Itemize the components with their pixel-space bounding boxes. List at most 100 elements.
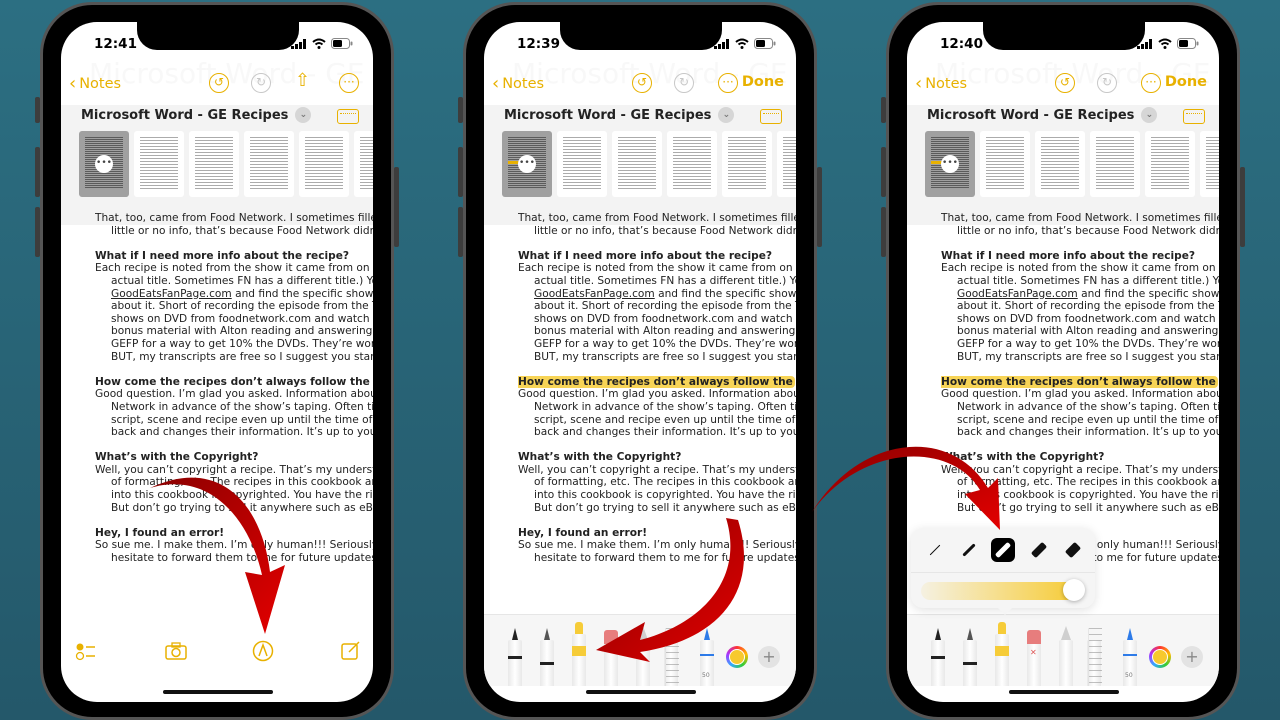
page-thumbnail[interactable] xyxy=(244,131,294,197)
color-picker-icon[interactable] xyxy=(1149,646,1171,668)
attachment-header: Microsoft Word - GE Recipes ⌄ ••• xyxy=(907,105,1219,225)
more-icon[interactable]: ··· xyxy=(1141,73,1161,93)
keyboard-icon[interactable] xyxy=(1183,109,1205,124)
chevron-down-icon[interactable]: ⌄ xyxy=(295,107,312,123)
doc-line: actual title. Sometimes FN has a differe… xyxy=(957,274,1219,287)
back-button[interactable]: ‹ Notes xyxy=(492,73,544,94)
keyboard-icon[interactable] xyxy=(337,109,359,124)
document-title[interactable]: Microsoft Word - GE Recipes ⌄ xyxy=(927,107,1158,123)
add-tool-icon[interactable]: + xyxy=(758,646,780,668)
page-thumbnail[interactable] xyxy=(557,131,607,197)
phone-2: 12:39 Microsoft Word - GE Recipes.doc ‹ … xyxy=(458,2,822,720)
back-button[interactable]: ‹ Notes xyxy=(915,73,967,94)
tool-pen[interactable] xyxy=(508,628,522,686)
markup-icon[interactable] xyxy=(252,640,274,666)
home-indicator[interactable] xyxy=(586,690,696,694)
back-button[interactable]: ‹ Notes xyxy=(69,73,121,94)
tool-highlighter[interactable] xyxy=(995,622,1009,686)
thumbnail-more-icon[interactable]: ••• xyxy=(941,155,959,173)
opacity-slider-knob[interactable] xyxy=(1063,579,1085,601)
tool-fineliner[interactable] xyxy=(963,628,977,686)
stroke-width-option[interactable] xyxy=(923,538,947,562)
chevron-down-icon[interactable]: ⌄ xyxy=(1141,107,1158,123)
tool-crayon[interactable]: 50 xyxy=(1123,628,1137,686)
page-thumbnail[interactable] xyxy=(777,131,796,197)
doc-line: GoodEatsFanPage.com and find the specifi… xyxy=(111,287,373,300)
page-thumbnail[interactable] xyxy=(299,131,349,197)
doc-line: Good question. I’m glad you asked. Infor… xyxy=(941,388,1219,401)
doc-line: Each recipe is noted from the show it ca… xyxy=(518,262,796,275)
tool-eraser[interactable] xyxy=(604,630,618,686)
doc-line: But don’t go trying to sell it anywhere … xyxy=(111,501,373,514)
done-button[interactable]: Done xyxy=(1165,74,1207,90)
page-thumbnail[interactable]: ••• xyxy=(925,131,975,197)
doc-heading: What’s with the Copyright? xyxy=(95,451,259,464)
page-thumbnail[interactable] xyxy=(612,131,662,197)
tool-crayon[interactable]: 50 xyxy=(700,628,714,686)
thumbnail-more-icon[interactable]: ••• xyxy=(95,155,113,173)
stroke-width-option[interactable] xyxy=(957,538,981,562)
doc-heading: Hey, I found an error! xyxy=(95,526,225,539)
stroke-width-option[interactable] xyxy=(1027,538,1051,562)
page-thumbnail[interactable]: ••• xyxy=(502,131,552,197)
color-picker-icon[interactable] xyxy=(726,646,748,668)
tool-eraser[interactable]: ✕ xyxy=(1027,630,1041,686)
clock: 12:39 xyxy=(517,36,560,52)
clock: 12:41 xyxy=(94,36,137,52)
page-thumbnail[interactable]: ••• xyxy=(79,131,129,197)
doc-line: back and changes their information. It’s… xyxy=(111,426,373,439)
opacity-slider[interactable] xyxy=(921,582,1075,600)
wifi-icon xyxy=(312,37,326,53)
chevron-left-icon: ‹ xyxy=(915,73,923,94)
tool-highlighter[interactable] xyxy=(572,622,586,686)
tool-fineliner[interactable] xyxy=(540,628,554,686)
tool-pen[interactable] xyxy=(931,628,945,686)
tool-pencil[interactable] xyxy=(1059,626,1073,686)
stroke-width-option[interactable] xyxy=(1061,538,1085,562)
more-icon[interactable]: ··· xyxy=(718,73,738,93)
page-thumbnail[interactable] xyxy=(667,131,717,197)
stroke-width-option[interactable] xyxy=(991,538,1015,562)
checklist-icon[interactable] xyxy=(75,642,97,666)
tool-pencil[interactable] xyxy=(636,626,650,686)
done-button[interactable]: Done xyxy=(742,74,784,90)
redo-icon[interactable]: ↻ xyxy=(251,73,271,93)
doc-line: Each recipe is noted from the show it ca… xyxy=(941,262,1219,275)
redo-icon[interactable]: ↻ xyxy=(674,73,694,93)
document-title[interactable]: Microsoft Word - GE Recipes ⌄ xyxy=(504,107,735,123)
tool-ruler[interactable] xyxy=(1087,628,1102,686)
page-thumbnail[interactable] xyxy=(189,131,239,197)
doc-line: Network in advance of the show’s taping.… xyxy=(534,400,796,413)
redo-icon[interactable]: ↻ xyxy=(1097,73,1117,93)
share-icon[interactable]: ⇧ xyxy=(295,70,310,91)
doc-link[interactable]: GoodEatsFanPage.com xyxy=(111,288,232,300)
page-thumbnail[interactable] xyxy=(1035,131,1085,197)
undo-icon[interactable]: ↺ xyxy=(632,73,652,93)
doc-line: Network in advance of the show’s taping.… xyxy=(111,400,373,413)
home-indicator[interactable] xyxy=(163,690,273,694)
thumbnail-more-icon[interactable]: ••• xyxy=(518,155,536,173)
page-thumbnail[interactable] xyxy=(722,131,772,197)
page-thumbnail[interactable] xyxy=(1200,131,1219,197)
page-thumbnail[interactable] xyxy=(1090,131,1140,197)
page-thumbnail[interactable] xyxy=(980,131,1030,197)
doc-heading: What if I need more info about the recip… xyxy=(95,249,350,262)
tool-ruler[interactable] xyxy=(664,628,679,686)
page-thumbnail[interactable] xyxy=(354,131,373,197)
page-thumbnail[interactable] xyxy=(1145,131,1195,197)
undo-icon[interactable]: ↺ xyxy=(1055,73,1075,93)
markup-tool-tray: ✕ 50 + xyxy=(907,614,1219,686)
document-title[interactable]: Microsoft Word - GE Recipes ⌄ xyxy=(81,107,312,123)
add-tool-icon[interactable]: + xyxy=(1181,646,1203,668)
doc-link[interactable]: GoodEatsFanPage.com xyxy=(957,288,1078,300)
doc-line: bonus material with Alton reading and an… xyxy=(111,325,373,338)
keyboard-icon[interactable] xyxy=(760,109,782,124)
home-indicator[interactable] xyxy=(1009,690,1119,694)
chevron-down-icon[interactable]: ⌄ xyxy=(718,107,735,123)
compose-icon[interactable] xyxy=(341,641,361,665)
more-icon[interactable]: ··· xyxy=(339,73,359,93)
doc-link[interactable]: GoodEatsFanPage.com xyxy=(534,288,655,300)
undo-icon[interactable]: ↺ xyxy=(209,73,229,93)
camera-icon[interactable] xyxy=(165,641,187,665)
page-thumbnail[interactable] xyxy=(134,131,184,197)
